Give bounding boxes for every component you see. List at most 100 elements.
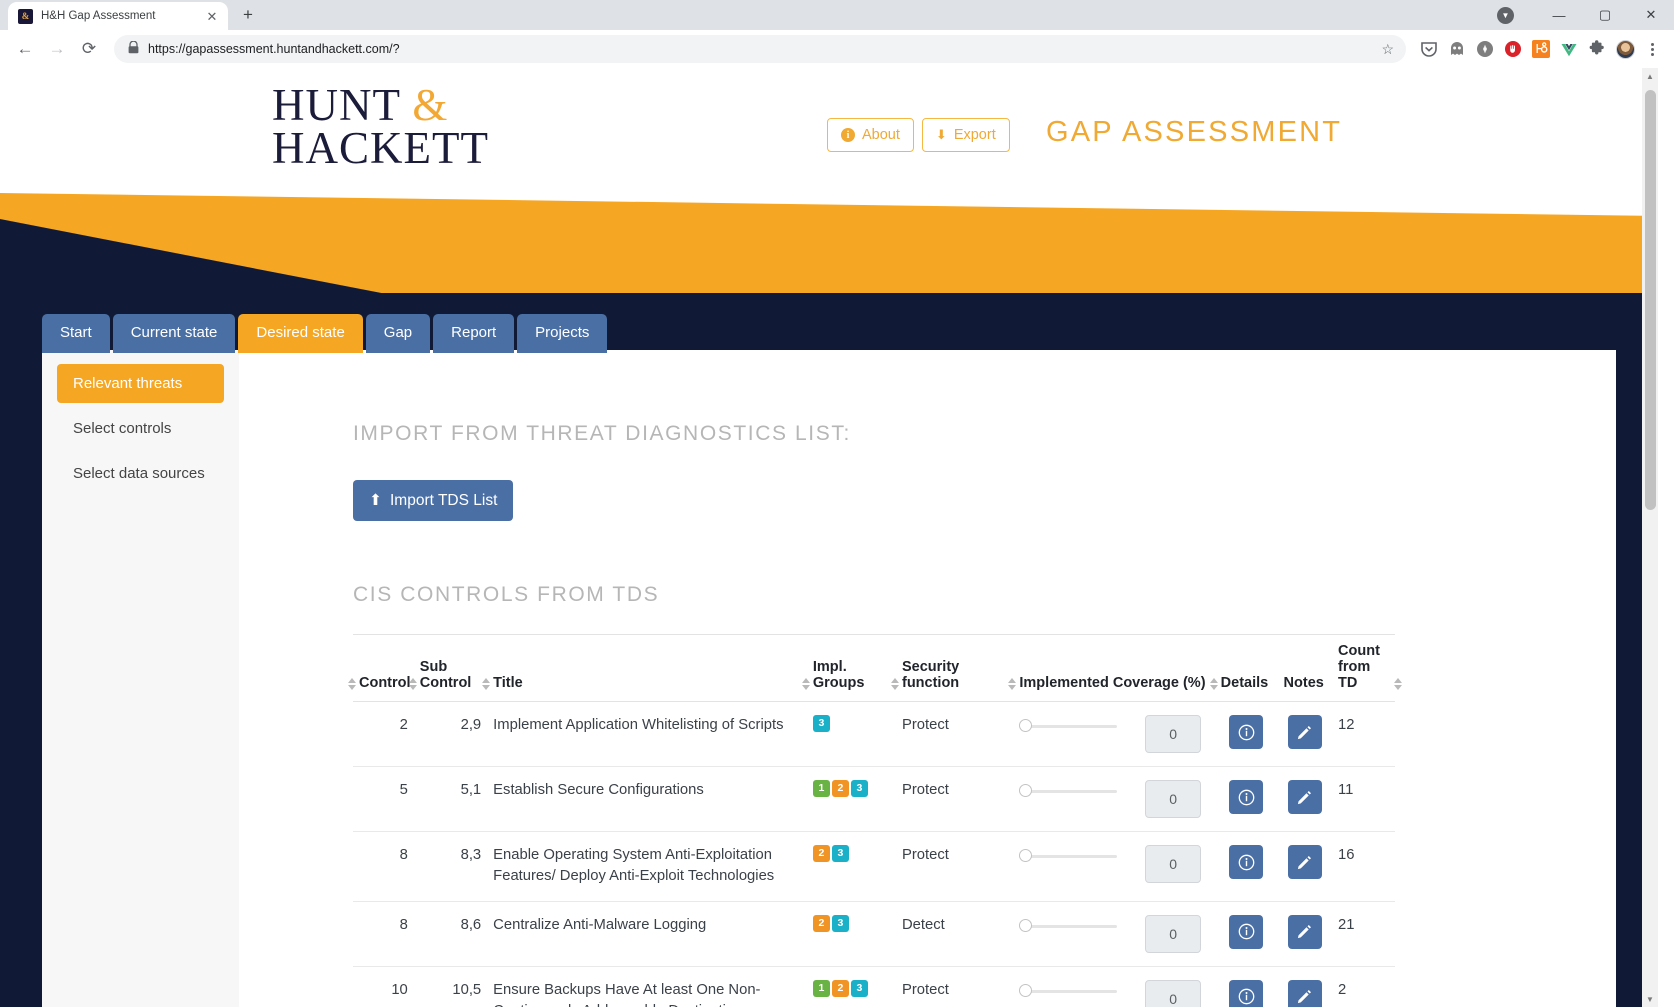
details-button[interactable] — [1229, 780, 1264, 814]
col-count-from-td[interactable]: Count from TD — [1332, 634, 1402, 702]
back-icon[interactable]: ← — [10, 34, 40, 64]
site-logo[interactable]: HUNT & HACKETT — [272, 83, 489, 174]
coverage-input[interactable]: 0 — [1145, 979, 1202, 1007]
notes-button[interactable] — [1287, 979, 1322, 1007]
avatar[interactable] — [1612, 36, 1638, 62]
sidebar-item-relevant-threats[interactable]: Relevant threats — [57, 364, 224, 403]
cell-details — [1214, 831, 1278, 902]
sort-icon[interactable] — [1394, 676, 1403, 692]
cell-sub-control: 8,3 — [413, 831, 488, 902]
ghostery-icon[interactable] — [1444, 36, 1470, 62]
coverage-slider[interactable] — [1019, 918, 1118, 933]
notes-button[interactable] — [1287, 780, 1322, 814]
forward-icon[interactable]: → — [42, 34, 72, 64]
col-count-from-td-label: Count from TD — [1338, 643, 1380, 691]
col-control[interactable]: Control — [348, 634, 414, 702]
impl-group-badge-2: 2 — [812, 845, 830, 862]
col-sub-control[interactable]: Sub Control — [408, 634, 488, 702]
web-page: HUNT & HACKETT i About ⬇ Export GAP ASSE… — [0, 68, 1658, 1007]
puzzle-icon[interactable] — [1584, 36, 1610, 62]
cell-details — [1214, 966, 1278, 1007]
sidebar-item-select-controls[interactable]: Select controls — [57, 409, 224, 448]
export-button[interactable]: ⬇ Export — [921, 118, 1010, 152]
coverage-slider[interactable] — [1019, 849, 1118, 863]
new-tab-button[interactable]: + — [234, 1, 262, 29]
import-section-title: IMPORT FROM THREAT DIAGNOSTICS LIST: — [353, 422, 851, 445]
coverage-slider[interactable] — [1019, 719, 1118, 733]
upload-icon: ⬆ — [369, 492, 382, 509]
notes-button[interactable] — [1287, 845, 1322, 879]
cell-details — [1214, 901, 1278, 967]
cell-control: 2 — [353, 701, 414, 767]
scrollbar-thumb[interactable] — [1645, 90, 1656, 510]
cell-coverage-slider[interactable] — [1013, 901, 1140, 967]
details-button[interactable] — [1229, 845, 1264, 879]
import-tds-list-button[interactable]: ⬆ Import TDS List — [353, 480, 514, 521]
coverage-slider[interactable] — [1019, 784, 1118, 798]
maximize-button[interactable]: ▢ — [1582, 0, 1628, 30]
sidebar-item-select-data-sources[interactable]: Select data sources — [57, 454, 224, 493]
cell-coverage-slider[interactable] — [1013, 831, 1140, 902]
tab-report[interactable]: Report — [433, 314, 515, 353]
col-details: Details — [1209, 634, 1278, 702]
cell-security-function: Protect — [895, 766, 1014, 832]
bookmark-star-icon[interactable]: ☆ — [1381, 41, 1400, 58]
download-icon[interactable]: ▼ — [1497, 6, 1514, 24]
tab-desired-state[interactable]: Desired state — [238, 314, 363, 353]
logo-line-2: HACKETT — [272, 123, 489, 174]
minimize-button[interactable]: — — [1536, 0, 1582, 30]
tab-start[interactable]: Start — [42, 314, 110, 353]
coverage-slider[interactable] — [1019, 983, 1118, 998]
cell-coverage-slider[interactable] — [1013, 966, 1140, 1007]
sort-icon[interactable] — [801, 676, 811, 692]
coverage-input[interactable]: 0 — [1145, 914, 1202, 953]
col-implemented-coverage[interactable]: Implemented Coverage (%) — [1008, 634, 1215, 702]
sort-icon[interactable] — [348, 676, 357, 692]
privacy-badger-icon[interactable] — [1472, 36, 1498, 62]
browser-menu-icon[interactable] — [1640, 42, 1664, 56]
notes-button[interactable] — [1287, 914, 1322, 949]
cell-security-function: Protect — [895, 831, 1014, 902]
cell-coverage-slider[interactable] — [1013, 701, 1140, 767]
coverage-input[interactable]: 0 — [1145, 845, 1202, 883]
details-button[interactable] — [1229, 979, 1264, 1007]
sort-icon[interactable] — [482, 676, 491, 692]
tab-projects[interactable]: Projects — [517, 314, 608, 353]
reload-icon[interactable]: ⟳ — [74, 34, 104, 64]
browser-tab[interactable]: & H&H Gap Assessment ✕ — [8, 2, 228, 30]
adblock-icon[interactable] — [1500, 36, 1526, 62]
scroll-up-icon[interactable]: ▲ — [1642, 68, 1658, 84]
table-row: 8 8,6 Centralize Anti-Malware Logging 2 3 Det… — [353, 901, 1395, 967]
impl-group-badge-2: 2 — [831, 780, 849, 797]
about-button[interactable]: i About — [827, 118, 914, 152]
sort-icon[interactable] — [890, 676, 900, 692]
col-title[interactable]: Title — [482, 634, 807, 702]
address-bar[interactable]: https://gapassessment.huntandhackett.com… — [114, 35, 1406, 63]
scroll-down-icon[interactable]: ▼ — [1642, 991, 1658, 1007]
notes-button[interactable] — [1287, 715, 1322, 749]
app-body: Start Current state Desired state Gap Re… — [0, 293, 1658, 1007]
sort-icon[interactable] — [408, 676, 418, 692]
table-row: 8 8,3 Enable Operating System Anti-Exploit… — [353, 831, 1395, 902]
coverage-input[interactable]: 0 — [1145, 780, 1202, 818]
hubspot-icon[interactable] — [1528, 36, 1554, 62]
cell-coverage-slider[interactable] — [1013, 766, 1140, 832]
sort-icon[interactable] — [1008, 676, 1017, 692]
pocket-icon[interactable] — [1416, 36, 1442, 62]
tab-current-state[interactable]: Current state — [112, 314, 236, 353]
vue-devtools-icon[interactable] — [1556, 36, 1582, 62]
col-implemented-coverage-label: Implemented Coverage (%) — [1019, 675, 1206, 691]
page-scrollbar[interactable]: ▲ ▼ — [1642, 68, 1658, 1007]
impl-group-badge-3: 3 — [831, 845, 849, 862]
coverage-input[interactable]: 0 — [1145, 715, 1202, 753]
col-security-function[interactable]: Security function — [890, 634, 1014, 702]
details-button[interactable] — [1229, 914, 1264, 949]
col-security-function-label: Security function — [901, 659, 960, 691]
sort-icon[interactable] — [1209, 676, 1219, 692]
import-button-label: Import TDS List — [390, 491, 498, 509]
col-impl-groups[interactable]: Impl. Groups — [801, 634, 896, 702]
details-button[interactable] — [1229, 715, 1264, 749]
close-window-button[interactable]: ✕ — [1628, 0, 1674, 30]
tab-gap[interactable]: Gap — [365, 314, 431, 353]
close-icon[interactable]: ✕ — [204, 10, 220, 23]
